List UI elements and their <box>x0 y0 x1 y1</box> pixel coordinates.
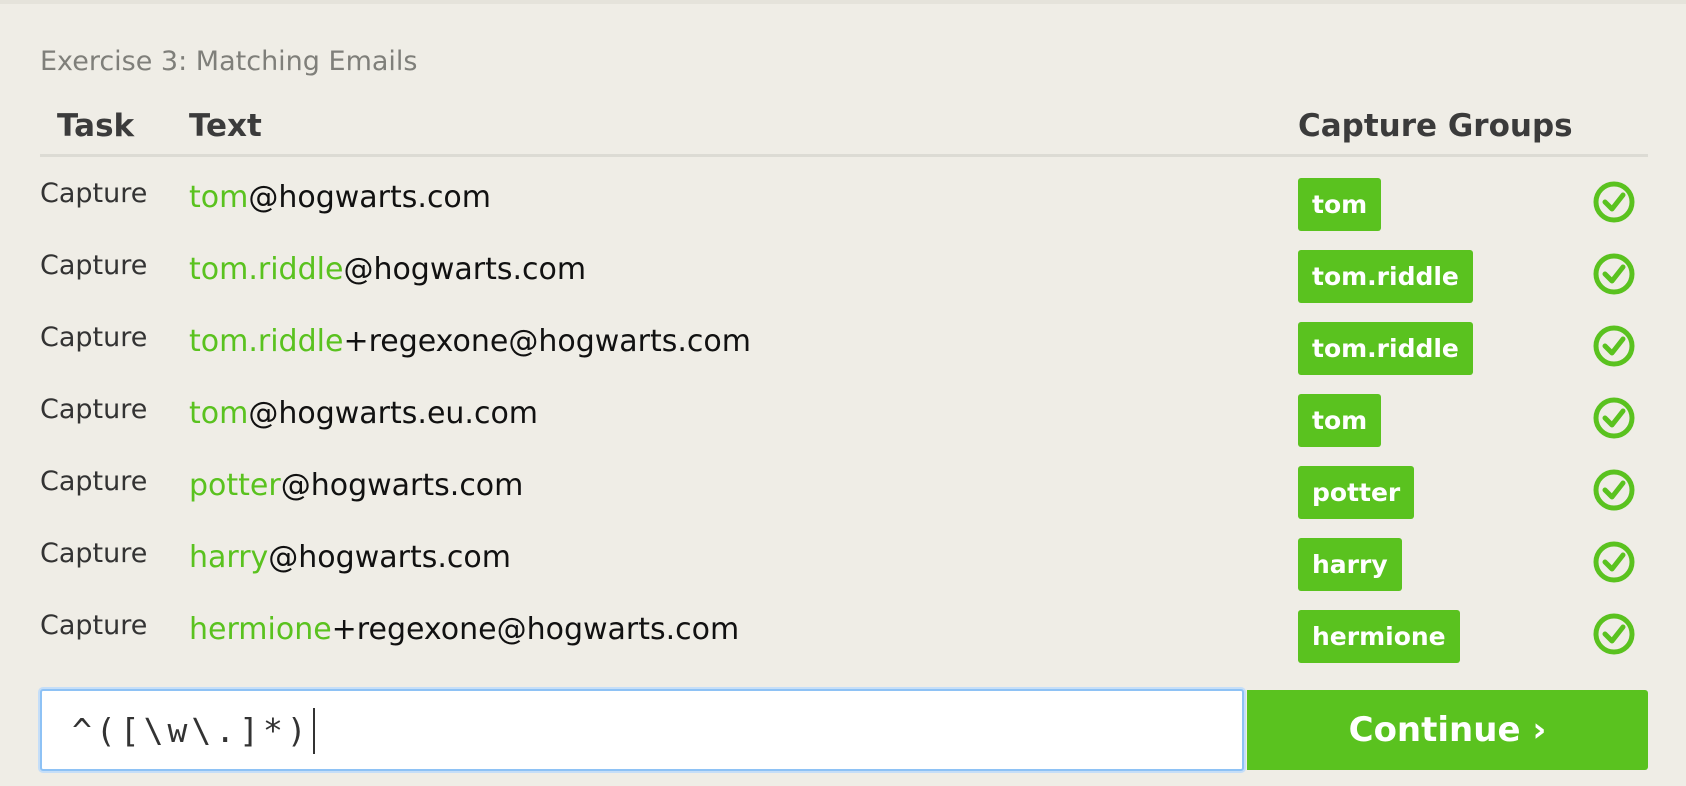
regex-input[interactable]: ^([\w\.]*) <box>40 689 1244 771</box>
matched-text: harry <box>189 540 269 575</box>
table-row: Capture tom.riddle@hogwarts.com tom.ridd… <box>0 250 1686 322</box>
header-capture-groups: Capture Groups <box>1298 108 1573 144</box>
capture-group-badge: tom.riddle <box>1298 322 1473 375</box>
row-text: harry@hogwarts.com <box>189 540 511 575</box>
table-row: Capture hermione+regexone@hogwarts.com h… <box>0 610 1686 682</box>
capture-group-badge: tom <box>1298 178 1382 231</box>
row-text: tom.riddle@hogwarts.com <box>189 252 586 287</box>
table-row: Capture harry@hogwarts.com harry <box>0 538 1686 610</box>
capture-group-badge: hermione <box>1298 610 1460 663</box>
table-row: Capture tom.riddle+regexone@hogwarts.com… <box>0 322 1686 394</box>
check-circle-icon <box>1593 397 1635 439</box>
row-text: tom.riddle+regexone@hogwarts.com <box>189 324 751 359</box>
regex-input-value: ^([\w\.]*) <box>72 711 311 750</box>
matched-text: hermione <box>189 612 332 647</box>
task-label: Capture <box>40 466 148 497</box>
exercise-panel: Exercise 3: Matching Emails Task Text Ca… <box>0 0 1686 786</box>
table-row: Capture tom@hogwarts.com tom <box>0 178 1686 250</box>
check-circle-icon <box>1593 469 1635 511</box>
task-label: Capture <box>40 178 148 209</box>
matched-text: tom.riddle <box>189 324 344 359</box>
matched-text: potter <box>189 468 281 503</box>
unmatched-text: @hogwarts.eu.com <box>248 396 539 431</box>
check-circle-icon <box>1593 613 1635 655</box>
task-label: Capture <box>40 538 148 569</box>
header-task: Task <box>57 108 135 144</box>
capture-group-badge: harry <box>1298 538 1402 591</box>
check-circle-icon <box>1593 541 1635 583</box>
row-text: tom@hogwarts.eu.com <box>189 396 538 431</box>
capture-group-badge: tom.riddle <box>1298 250 1473 303</box>
task-label: Capture <box>40 250 148 281</box>
matched-text: tom <box>189 180 249 215</box>
task-label: Capture <box>40 322 148 353</box>
matched-text: tom.riddle <box>189 252 344 287</box>
unmatched-text: +regexone@hogwarts.com <box>331 612 740 647</box>
task-label: Capture <box>40 610 148 641</box>
text-caret <box>313 708 315 754</box>
check-circle-icon <box>1593 181 1635 223</box>
table-row: Capture potter@hogwarts.com potter <box>0 466 1686 538</box>
exercise-title: Exercise 3: Matching Emails <box>40 46 418 77</box>
table-row: Capture tom@hogwarts.eu.com tom <box>0 394 1686 466</box>
unmatched-text: +regexone@hogwarts.com <box>343 324 752 359</box>
unmatched-text: @hogwarts.com <box>280 468 524 503</box>
check-circle-icon <box>1593 325 1635 367</box>
row-text: hermione+regexone@hogwarts.com <box>189 612 739 647</box>
matched-text: tom <box>189 396 249 431</box>
capture-group-badge: tom <box>1298 394 1382 447</box>
header-text: Text <box>189 108 262 144</box>
capture-group-badge: potter <box>1298 466 1415 519</box>
row-text: tom@hogwarts.com <box>189 180 491 215</box>
check-circle-icon <box>1593 253 1635 295</box>
row-text: potter@hogwarts.com <box>189 468 523 503</box>
unmatched-text: @hogwarts.com <box>248 180 492 215</box>
header-divider <box>40 154 1648 157</box>
task-label: Capture <box>40 394 148 425</box>
unmatched-text: @hogwarts.com <box>268 540 511 575</box>
continue-button[interactable]: Continue › <box>1247 690 1648 770</box>
unmatched-text: @hogwarts.com <box>343 252 587 287</box>
